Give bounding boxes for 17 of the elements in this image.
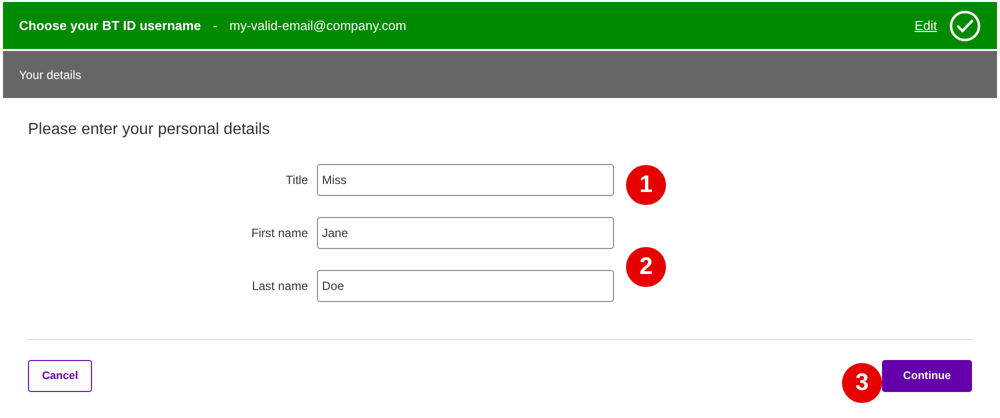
field-label: Title bbox=[284, 172, 309, 189]
step-marker: 2 bbox=[626, 247, 666, 287]
field-label: Last name bbox=[250, 278, 309, 295]
header-title: Choose your BT ID username bbox=[19, 16, 202, 35]
step-marker: 3 bbox=[842, 363, 882, 403]
cancel-button[interactable]: Cancel bbox=[28, 360, 92, 392]
field-label: First name bbox=[250, 225, 309, 242]
edit-link[interactable]: Edit bbox=[914, 16, 937, 36]
text-field[interactable]: Jane bbox=[317, 217, 614, 249]
section-title: Your details bbox=[19, 66, 82, 84]
text-field[interactable]: Doe bbox=[317, 270, 614, 302]
continue-button[interactable]: Continue bbox=[882, 360, 972, 392]
form-heading: Please enter your personal details bbox=[28, 120, 271, 140]
text-field[interactable]: Miss bbox=[317, 164, 614, 196]
separator: - bbox=[213, 16, 218, 35]
step-marker: 1 bbox=[626, 165, 666, 205]
username-value: my-valid-email@company.com bbox=[229, 16, 406, 35]
